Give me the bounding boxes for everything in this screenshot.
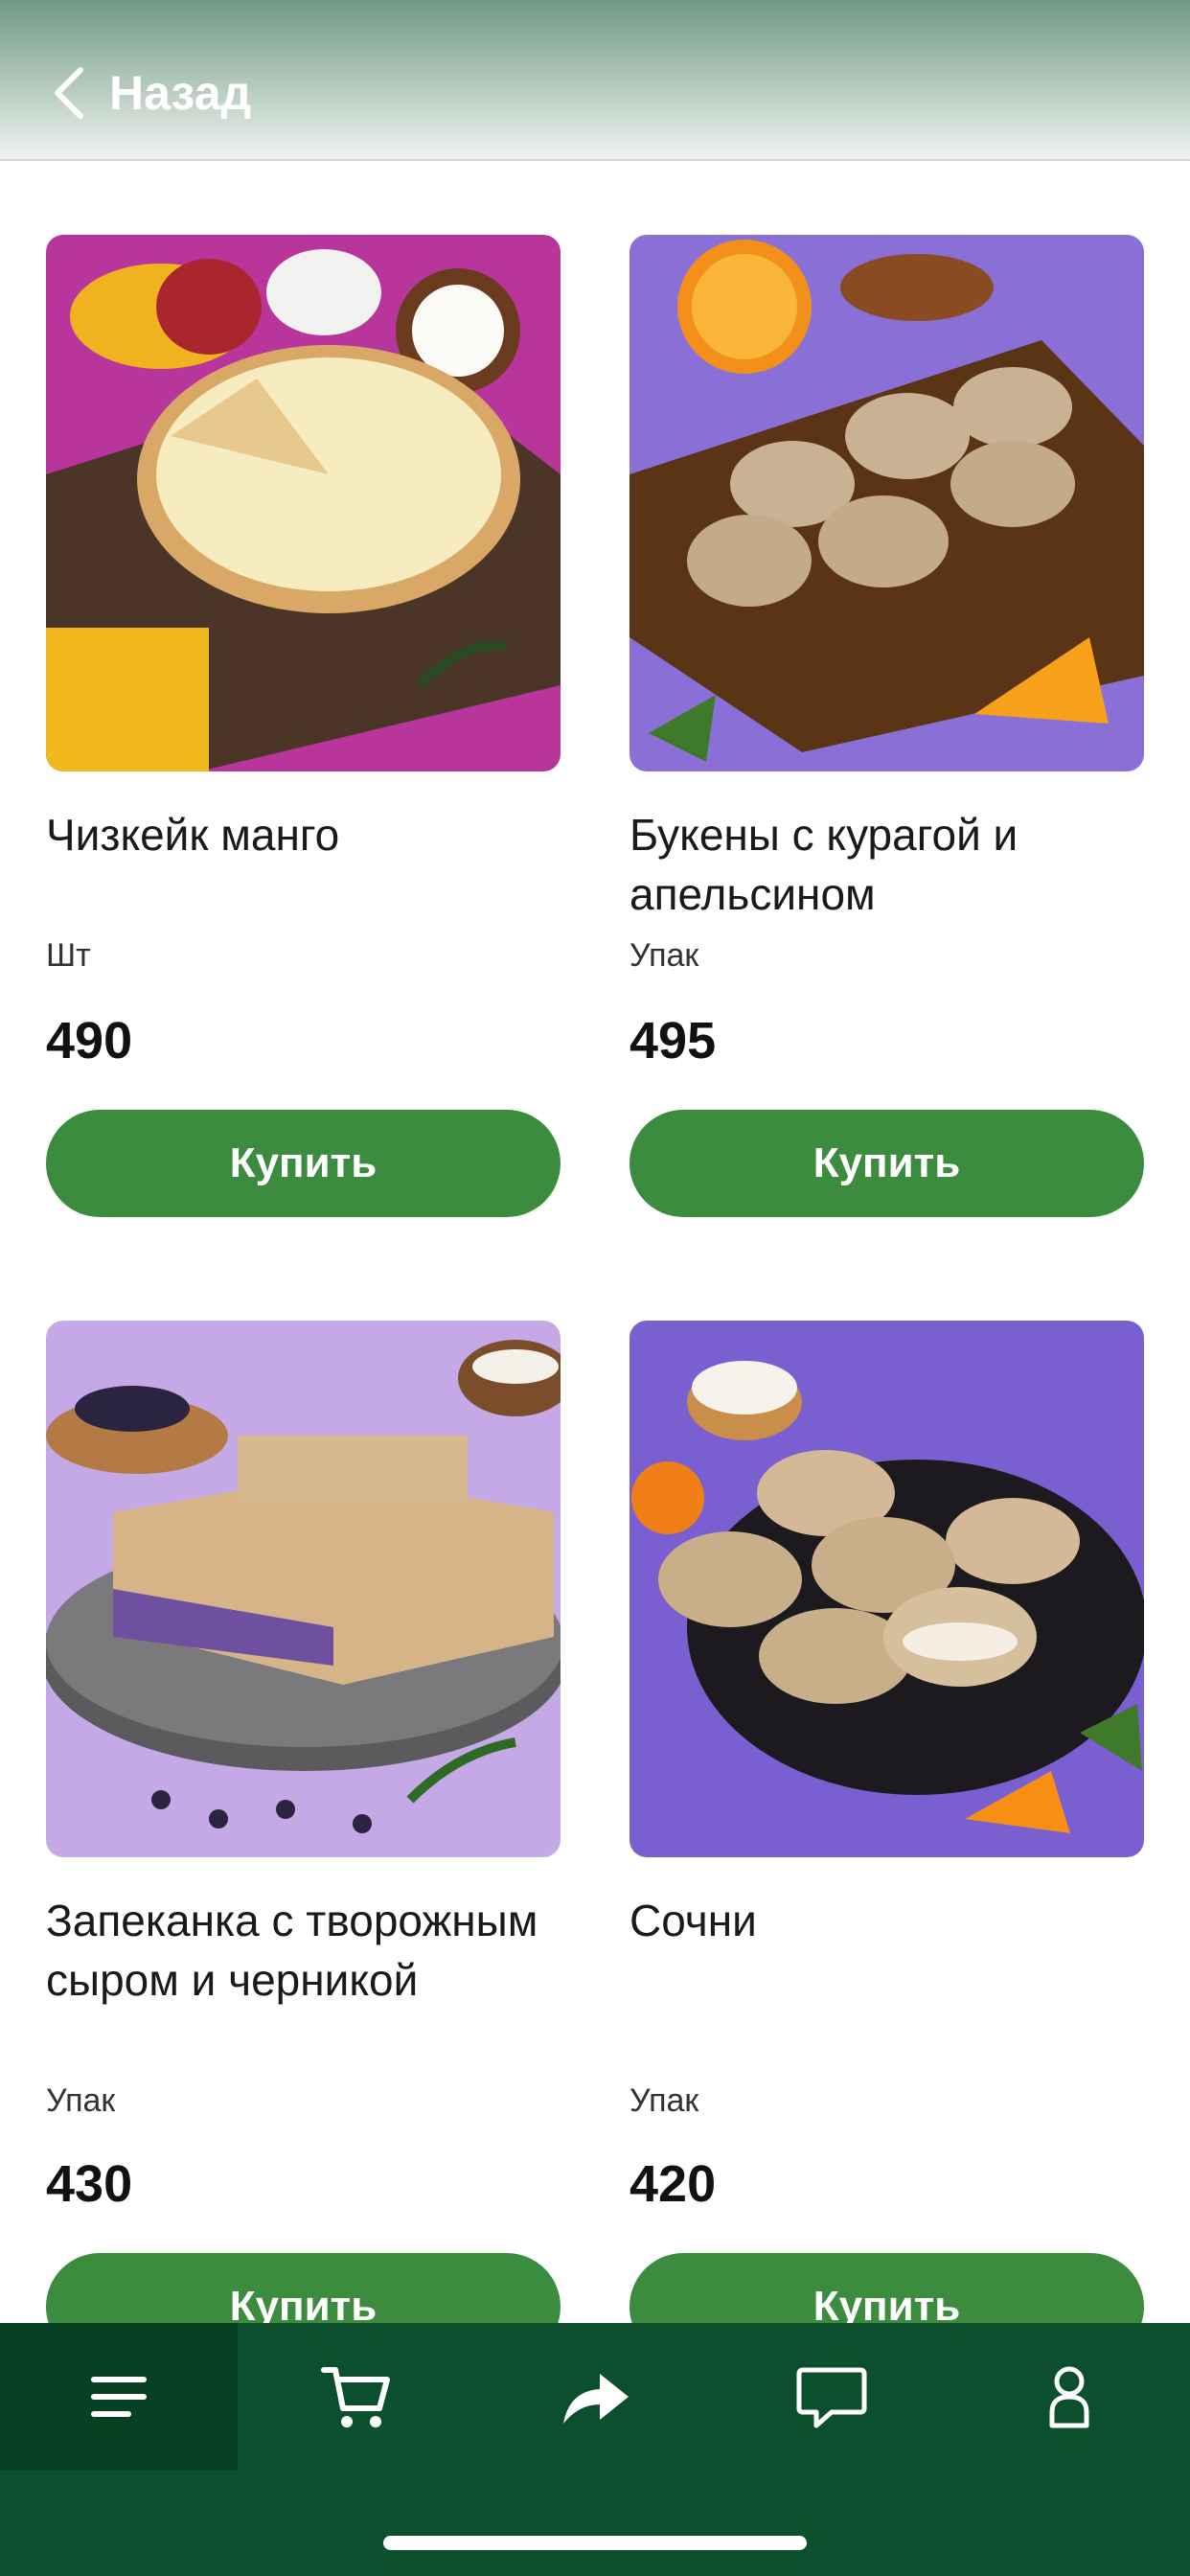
product-card: Чизкейк манго Шт 490 Купить	[46, 235, 561, 1217]
tab-share[interactable]	[475, 2323, 713, 2471]
product-photo-zapekanka[interactable]	[46, 1321, 561, 1857]
product-unit: Упак	[629, 2082, 699, 2119]
share-icon	[563, 2374, 629, 2424]
profile-icon	[1049, 2366, 1089, 2428]
tab-chat[interactable]	[713, 2323, 950, 2471]
home-indicator	[383, 2536, 807, 2550]
product-name: Чизкейк манго	[46, 810, 340, 860]
product-name: Запеканка с творожным сыром и черникой	[46, 1896, 538, 2005]
back-label: Назад	[109, 66, 252, 120]
product-card: Запеканка с творожным сыром и черникой У…	[46, 1321, 561, 2360]
tab-cart[interactable]	[238, 2323, 475, 2471]
product-card: Сочни Упак 420 Купить	[629, 1321, 1144, 2360]
tab-menu[interactable]	[0, 2323, 238, 2471]
tab-profile[interactable]	[950, 2323, 1188, 2471]
product-price: 495	[629, 1012, 717, 1070]
product-unit: Упак	[46, 2082, 116, 2119]
top-navigation-bar: Назад	[0, 0, 1190, 161]
cart-icon	[321, 2367, 390, 2427]
product-price: 490	[46, 1012, 133, 1070]
chat-icon	[796, 2367, 867, 2428]
menu-icon	[91, 2377, 147, 2417]
back-button[interactable]: Назад	[50, 59, 251, 126]
buy-button[interactable]: Купить	[46, 1110, 561, 1217]
product-name: Сочни	[629, 1896, 757, 1945]
product-name: Букены с курагой и апельсином	[629, 810, 1018, 919]
product-price: 420	[629, 2155, 717, 2213]
product-photo-bukeny[interactable]	[629, 235, 1144, 771]
chevron-left-icon	[55, 67, 83, 119]
buy-button[interactable]: Купить	[629, 1110, 1144, 1217]
product-unit: Шт	[46, 937, 91, 974]
product-card: Букены с курагой и апельсином Упак 495 К…	[629, 235, 1144, 1217]
product-price: 430	[46, 2155, 133, 2213]
product-photo-sochni[interactable]	[629, 1321, 1144, 1857]
product-photo-cheesecake[interactable]	[46, 235, 561, 771]
product-unit: Упак	[629, 937, 699, 974]
